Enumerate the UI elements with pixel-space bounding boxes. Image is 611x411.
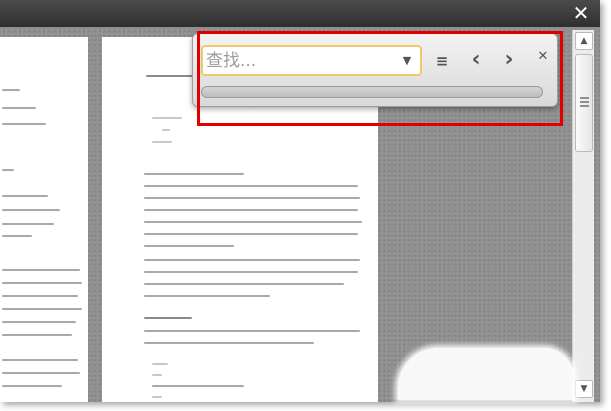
vertical-scrollbar[interactable]: ▲ ▼ [572, 30, 594, 402]
find-input[interactable] [206, 49, 396, 73]
scroll-down-button[interactable]: ▼ [575, 380, 593, 398]
close-window-icon[interactable]: ✕ [570, 2, 592, 24]
search-progress-bar [201, 86, 543, 98]
close-find-icon[interactable]: ✕ [532, 46, 554, 68]
find-options-icon[interactable]: ≡ [431, 50, 453, 72]
pdf-page-previous [0, 37, 88, 402]
find-next-icon[interactable]: › [498, 49, 520, 72]
find-bar: ▼ ≡ ‹ › ✕ [192, 33, 558, 107]
pdf-viewer-window: ✕ ▲ ▼ 查找... ▼ ≡ ‹ › ✕ [0, 0, 600, 402]
history-dropdown-icon[interactable]: ▼ [398, 50, 416, 72]
find-previous-icon[interactable]: ‹ [465, 49, 487, 72]
title-bar: ✕ [0, 0, 600, 27]
grip-icon [580, 97, 589, 107]
image-glare [398, 348, 574, 400]
find-field[interactable]: ▼ [201, 45, 422, 76]
scroll-up-button[interactable]: ▲ [575, 32, 593, 50]
scroll-thumb[interactable] [575, 54, 593, 152]
